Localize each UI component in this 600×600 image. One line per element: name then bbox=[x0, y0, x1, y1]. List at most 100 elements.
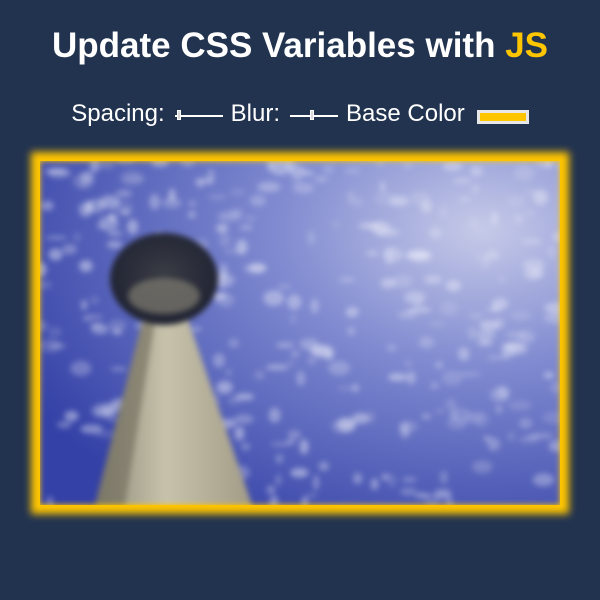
cloud-speck bbox=[72, 232, 82, 243]
cloud-speck bbox=[490, 300, 497, 315]
tower-photo bbox=[40, 161, 560, 505]
cloud-speck bbox=[388, 373, 407, 382]
cloud-speck bbox=[478, 320, 500, 331]
cloud-speck bbox=[477, 339, 493, 346]
cloud-speck bbox=[161, 197, 182, 209]
cloud-speck bbox=[56, 421, 72, 429]
spacing-slider-track bbox=[174, 115, 223, 117]
base-color-picker[interactable] bbox=[476, 110, 529, 124]
cloud-speck bbox=[233, 414, 254, 425]
cloud-speck bbox=[486, 355, 503, 360]
cloud-speck bbox=[441, 370, 463, 386]
cloud-speck bbox=[481, 253, 490, 268]
blur-label: Blur: bbox=[230, 100, 281, 127]
cloud-speck bbox=[265, 364, 289, 370]
cloud-speck bbox=[358, 222, 382, 230]
cloud-speck bbox=[450, 408, 458, 420]
cloud-speck bbox=[212, 353, 225, 368]
cloud-speck bbox=[307, 230, 316, 246]
cloud-speck bbox=[72, 173, 95, 189]
cloud-speck bbox=[263, 290, 285, 306]
cloud-speck bbox=[91, 403, 114, 419]
cloud-speck bbox=[243, 214, 258, 222]
cloud-speck bbox=[445, 399, 457, 410]
cloud-speck bbox=[47, 168, 72, 179]
cloud-speck bbox=[287, 294, 302, 310]
cloud-speck bbox=[421, 413, 432, 420]
cloud-speck bbox=[188, 200, 197, 207]
cloud-speck bbox=[475, 253, 483, 261]
cloud-speck bbox=[322, 165, 335, 174]
cloud-speck bbox=[107, 230, 123, 237]
cloud-speck bbox=[518, 436, 539, 444]
cloud-speck bbox=[458, 196, 471, 202]
cloud-speck bbox=[117, 209, 129, 216]
cloud-speck bbox=[345, 307, 359, 318]
spacing-label: Spacing: bbox=[71, 100, 165, 127]
cloud-speck bbox=[434, 409, 446, 414]
cloud-speck bbox=[108, 212, 117, 222]
cloud-speck bbox=[291, 350, 299, 358]
blur-slider-thumb[interactable] bbox=[309, 110, 314, 120]
cloud-speck bbox=[401, 477, 417, 483]
cloud-speck bbox=[548, 245, 555, 259]
controls-bar: Spacing: Blur: Base Color bbox=[0, 99, 600, 129]
cloud-speck bbox=[469, 216, 479, 231]
cloud-speck bbox=[70, 360, 92, 377]
cloud-speck bbox=[207, 193, 226, 201]
cloud-speck bbox=[439, 301, 459, 316]
cloud-speck bbox=[287, 430, 302, 440]
cloud-speck bbox=[514, 213, 524, 224]
spacing-slider-thumb[interactable] bbox=[177, 110, 182, 120]
cloud-speck bbox=[41, 200, 54, 211]
cloud-speck bbox=[227, 396, 241, 405]
cloud-speck bbox=[379, 181, 386, 193]
cloud-speck bbox=[249, 263, 267, 273]
cloud-speck bbox=[89, 296, 100, 305]
cloud-speck bbox=[370, 478, 379, 490]
cloud-speck bbox=[430, 382, 439, 389]
cloud-speck bbox=[266, 161, 274, 171]
cloud-speck bbox=[249, 194, 267, 207]
cloud-speck bbox=[375, 228, 400, 237]
cloud-speck bbox=[445, 280, 461, 292]
cloud-speck bbox=[90, 324, 109, 335]
spacing-slider[interactable] bbox=[174, 110, 223, 122]
cloud-speck bbox=[80, 424, 103, 434]
cloud-speck bbox=[216, 223, 229, 234]
cloud-speck bbox=[62, 244, 77, 255]
cloud-speck bbox=[216, 380, 233, 394]
cloud-speck bbox=[438, 205, 448, 219]
cloud-speck bbox=[149, 193, 160, 210]
cloud-speck bbox=[86, 199, 105, 214]
blur-slider[interactable] bbox=[290, 110, 339, 122]
cloud-speck bbox=[343, 167, 361, 174]
cloud-speck bbox=[409, 191, 430, 205]
cloud-speck bbox=[347, 190, 355, 205]
cloud-speck bbox=[405, 250, 429, 260]
cloud-speck bbox=[452, 178, 472, 184]
cloud-speck bbox=[387, 474, 397, 488]
cloud-speck bbox=[313, 176, 329, 182]
cloud-speck bbox=[299, 338, 320, 351]
cloud-speck bbox=[45, 235, 68, 240]
cloud-speck bbox=[491, 211, 498, 226]
cloud-speck bbox=[475, 330, 496, 340]
cloud-speck bbox=[241, 442, 251, 451]
cloud-speck bbox=[332, 221, 340, 228]
cloud-speck bbox=[115, 189, 133, 198]
cloud-speck bbox=[470, 165, 483, 177]
cloud-speck bbox=[224, 368, 233, 377]
cloud-speck bbox=[108, 319, 127, 331]
cloud-speck bbox=[307, 356, 317, 365]
cloud-speck bbox=[404, 360, 412, 368]
cloud-speck bbox=[82, 316, 92, 322]
cloud-speck bbox=[254, 370, 265, 380]
cloud-speck bbox=[306, 492, 318, 499]
cloud-speck bbox=[287, 360, 295, 366]
cloud-speck bbox=[190, 326, 202, 332]
cloud-speck bbox=[106, 241, 123, 249]
cloud-speck bbox=[514, 164, 535, 181]
cloud-speck bbox=[483, 436, 491, 441]
cloud-speck bbox=[400, 422, 410, 439]
